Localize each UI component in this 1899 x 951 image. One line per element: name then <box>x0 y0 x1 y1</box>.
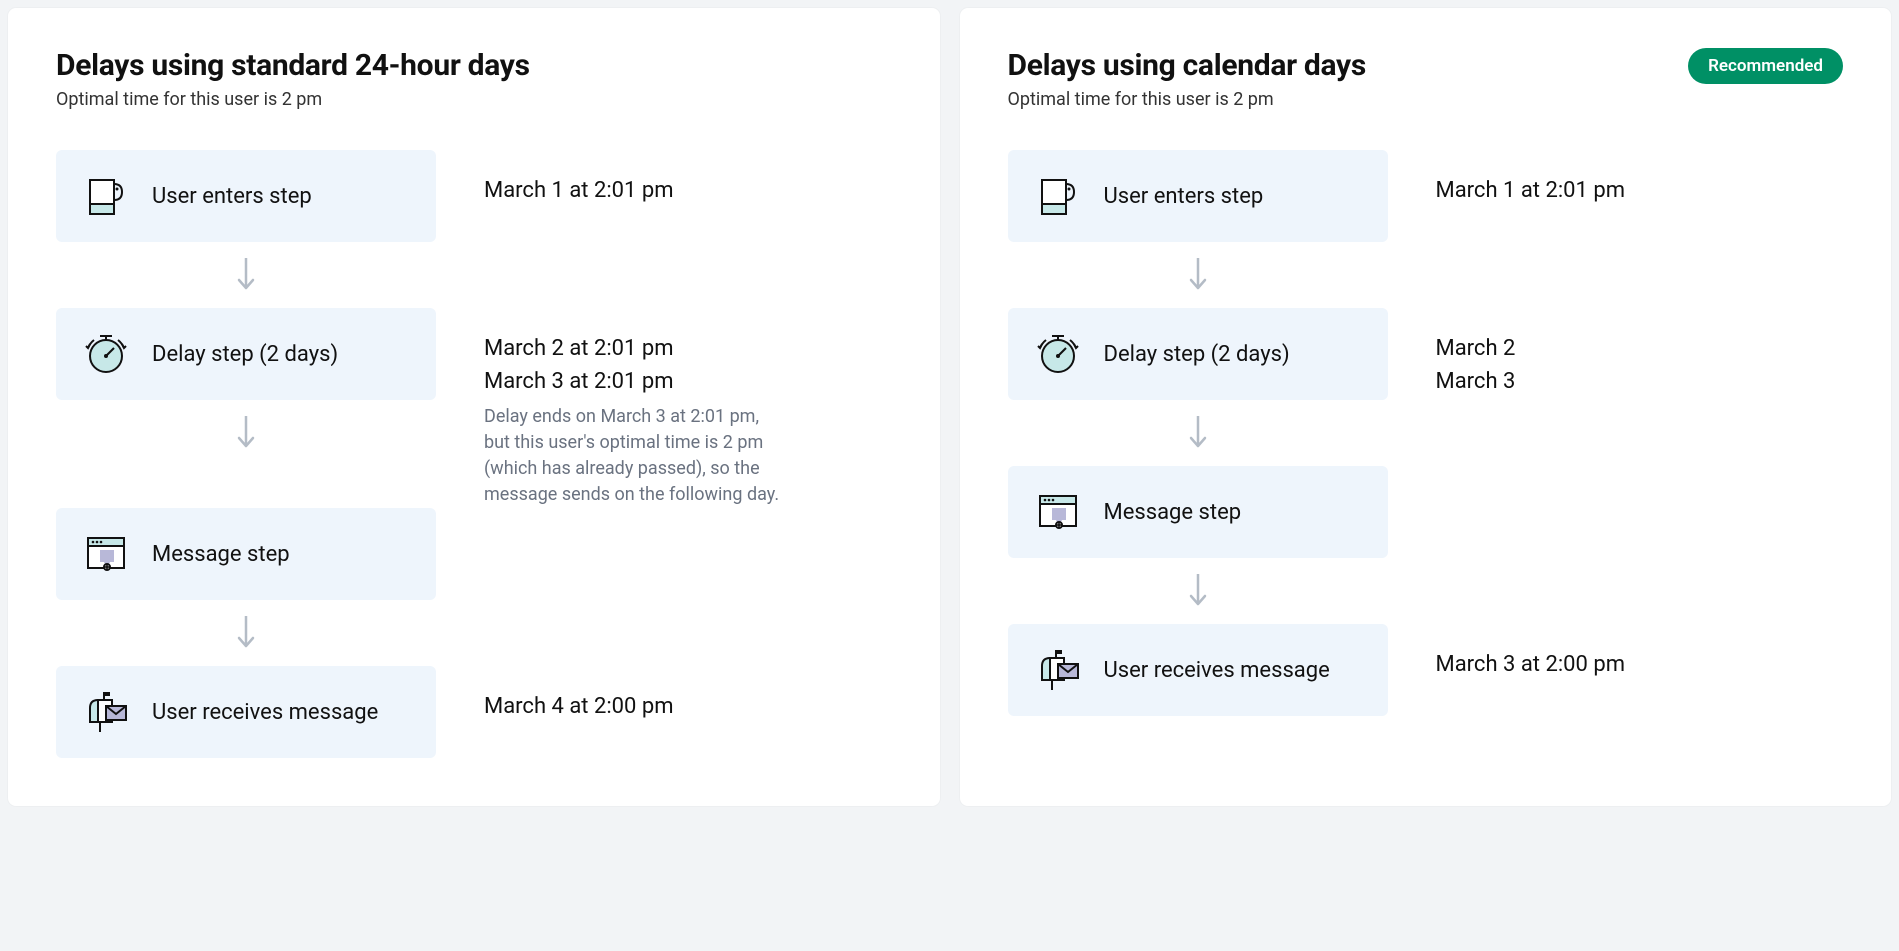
panel-subtitle: Optimal time for this user is 2 pm <box>56 89 530 110</box>
step-right: March 2March 3 <box>1388 308 1844 398</box>
flow-row: Message step <box>56 508 892 600</box>
flow-step: Message step <box>1008 466 1388 558</box>
arrow-down-icon <box>1008 400 1388 466</box>
explanatory-note: Delay ends on March 3 at 2:01 pm, but th… <box>484 404 784 508</box>
panel-subtitle: Optimal time for this user is 2 pm <box>1008 89 1366 110</box>
flow: User enters step March 1 at 2:01 pm Delay… <box>1008 150 1844 716</box>
step-right <box>436 508 892 532</box>
delay-explainer-panel: Delays using standard 24-hour days Optima… <box>8 8 940 806</box>
arrow-down-icon <box>1008 242 1388 308</box>
step-time: March 2 at 2:01 pm <box>484 332 892 365</box>
flow-step: User enters step <box>56 150 436 242</box>
flow-row: User receives message March 4 at 2:00 pm <box>56 666 892 758</box>
panel-title: Delays using calendar days <box>1008 48 1366 83</box>
flow-step: Delay step (2 days) <box>1008 308 1388 400</box>
step-label: Delay step (2 days) <box>152 342 338 367</box>
step-label: User enters step <box>1104 184 1264 209</box>
flow-row: Delay step (2 days) March 2March 3 <box>1008 308 1844 400</box>
mailbox-icon <box>84 690 128 734</box>
step-label: Message step <box>152 542 290 567</box>
step-time: March 2 <box>1436 332 1844 365</box>
step-time: March 3 at 2:00 pm <box>1436 648 1844 681</box>
mailbox-icon <box>1036 648 1080 692</box>
arrow-down-icon <box>56 400 436 466</box>
step-time: March 1 at 2:01 pm <box>1436 174 1844 207</box>
user-icon <box>84 174 128 218</box>
clock-icon <box>1036 332 1080 376</box>
step-label: Message step <box>1104 500 1242 525</box>
step-label: User enters step <box>152 184 312 209</box>
step-right <box>1388 466 1844 490</box>
step-time: March 1 at 2:01 pm <box>484 174 892 207</box>
step-right: March 3 at 2:00 pm <box>1388 624 1844 681</box>
delay-explainer-panel: Delays using calendar days Optimal time f… <box>960 8 1892 806</box>
step-right: March 4 at 2:00 pm <box>436 666 892 723</box>
step-right: March 1 at 2:01 pm <box>1388 150 1844 207</box>
flow-step: User receives message <box>56 666 436 758</box>
flow-step: Message step <box>56 508 436 600</box>
user-icon <box>1036 174 1080 218</box>
step-label: User receives message <box>1104 658 1330 683</box>
flow-step: Delay step (2 days) <box>56 308 436 400</box>
flow-step: User enters step <box>1008 150 1388 242</box>
arrow-down-icon <box>56 600 436 666</box>
flow-row: User receives message March 3 at 2:00 pm <box>1008 624 1844 716</box>
recommended-badge: Recommended <box>1688 48 1843 84</box>
arrow-down-icon <box>56 242 436 308</box>
step-right: March 2 at 2:01 pmMarch 3 at 2:01 pm <box>436 308 892 398</box>
step-right: March 1 at 2:01 pm <box>436 150 892 207</box>
clock-icon <box>84 332 128 376</box>
step-time: March 3 <box>1436 365 1844 398</box>
flow-row: User enters step March 1 at 2:01 pm <box>56 150 892 242</box>
flow: User enters step March 1 at 2:01 pm Delay… <box>56 150 892 758</box>
flow-row: Delay step (2 days) March 2 at 2:01 pmMar… <box>56 308 892 400</box>
window-icon <box>1036 490 1080 534</box>
flow-step: User receives message <box>1008 624 1388 716</box>
step-label: Delay step (2 days) <box>1104 342 1290 367</box>
arrow-down-icon <box>1008 558 1388 624</box>
step-time: March 3 at 2:01 pm <box>484 365 892 398</box>
flow-row: User enters step March 1 at 2:01 pm <box>1008 150 1844 242</box>
flow-row: Message step <box>1008 466 1844 558</box>
step-label: User receives message <box>152 700 378 725</box>
window-icon <box>84 532 128 576</box>
panel-title: Delays using standard 24-hour days <box>56 48 530 83</box>
step-time: March 4 at 2:00 pm <box>484 690 892 723</box>
